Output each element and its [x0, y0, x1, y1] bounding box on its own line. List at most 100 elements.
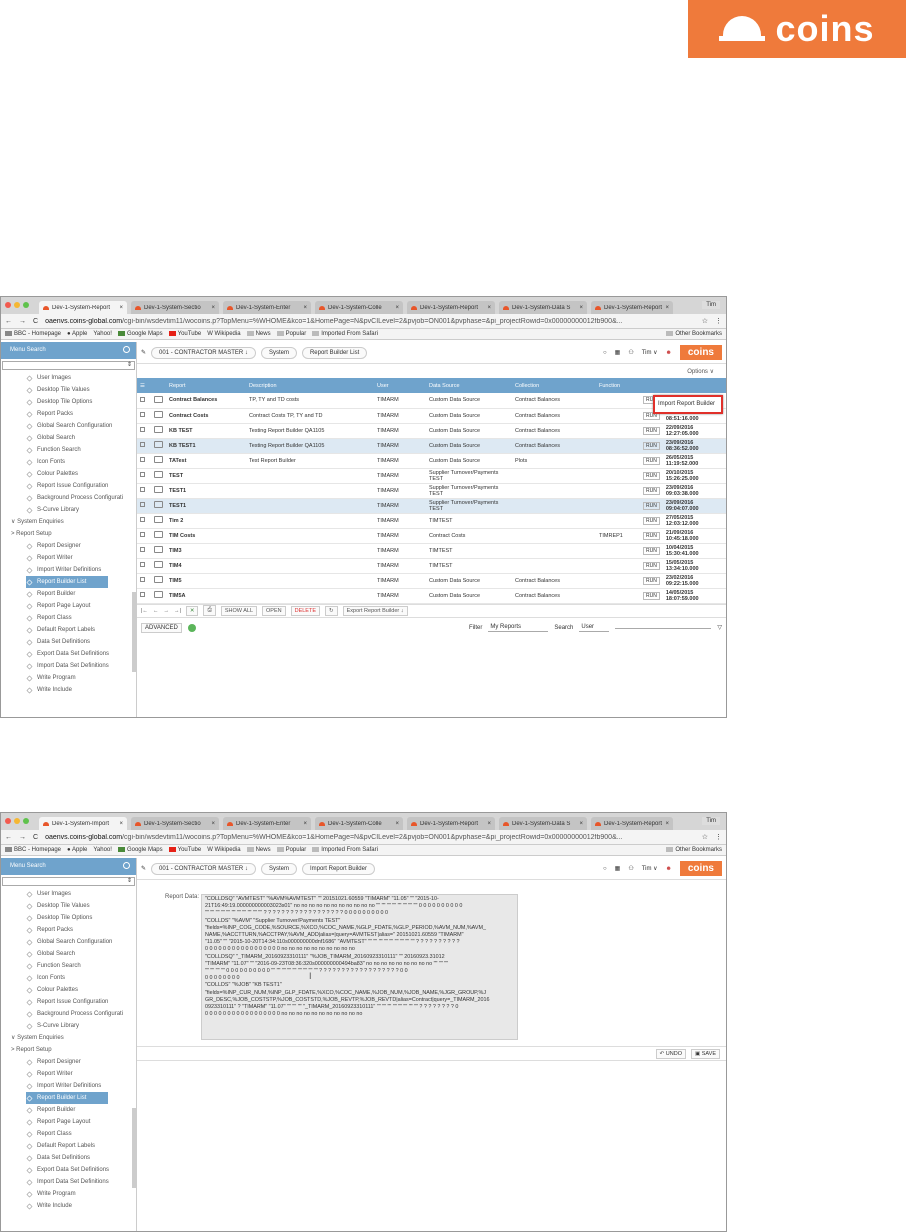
last-page-icon[interactable]: →| [174, 608, 181, 614]
column-header[interactable]: User [374, 378, 426, 393]
run-button-cell[interactable]: RUN [640, 438, 663, 454]
row-checkbox[interactable] [137, 453, 151, 469]
star-icon[interactable]: ☆ [702, 833, 708, 841]
bookmark[interactable]: W Wikipedia [207, 331, 240, 337]
user-menu[interactable]: Tim ∨ [642, 349, 658, 356]
menu-item[interactable]: Report Writer [26, 1068, 136, 1080]
run-button-cell[interactable]: RUN [640, 543, 663, 559]
browser-tab[interactable]: Dev-1-System-Report × [407, 301, 495, 314]
menu-item[interactable]: Report Builder [26, 1104, 136, 1116]
close-icon[interactable]: × [303, 305, 307, 311]
bookmark[interactable]: News [246, 330, 271, 337]
menu-item[interactable]: Global Search [26, 948, 136, 960]
row-checkbox[interactable] [137, 573, 151, 589]
table-row[interactable]: Contract Costs Contract Costs TP, TY and … [137, 408, 726, 424]
browser-tab[interactable]: Dev-1-System-Enter × [223, 817, 311, 830]
menu-item[interactable]: Global Search Configuration [26, 936, 136, 948]
breadcrumb-company[interactable]: 001 - CONTRACTOR MASTER ↓ [151, 862, 256, 875]
browser-tab[interactable]: Dev-1-System-Report × [591, 817, 673, 830]
back-icon[interactable]: ← [5, 834, 12, 841]
users-icon[interactable]: ⚇ [628, 865, 633, 872]
run-button-cell[interactable]: RUN [640, 513, 663, 529]
import-report-builder-menu-item[interactable]: Import Report Builder [653, 395, 723, 414]
bookmark[interactable]: Yahoo! [93, 847, 112, 853]
menu-item[interactable]: User Images [26, 372, 136, 384]
menu-item[interactable]: Desktop Tile Values [26, 384, 136, 396]
row-checkbox[interactable] [137, 498, 151, 514]
close-icon[interactable]: × [579, 821, 583, 827]
table-row[interactable]: Tim 2 TIMARM TIMTEST RUN 27/05/2015 12:03:12… [137, 513, 726, 529]
breadcrumb-page[interactable]: Report Builder List [301, 346, 368, 359]
coins-home-button[interactable]: coins [679, 861, 722, 876]
breadcrumb-page[interactable]: Import Report Builder [301, 862, 375, 875]
table-row[interactable]: TIM5 TIMARM Custom Data Source Contract Bal… [137, 573, 726, 589]
run-button-cell[interactable]: RUN [640, 483, 663, 499]
row-checkbox[interactable] [137, 543, 151, 559]
run-button[interactable]: RUN [643, 516, 660, 525]
bookmark[interactable]: Popular [276, 846, 306, 853]
menu-item[interactable]: Report Designer [26, 1056, 136, 1068]
other-bookmarks[interactable]: Other Bookmarks [666, 846, 722, 853]
other-bookmarks[interactable]: Other Bookmarks [666, 330, 722, 337]
table-row[interactable]: TIM3 TIMARM TIMTEST RUN 10/04/2015 15:30:41.… [137, 543, 726, 559]
menu-item[interactable]: Import Writer Definitions [26, 564, 136, 576]
browser-tab[interactable]: Dev-1-System-Sectio × [131, 817, 219, 830]
menu-item[interactable]: Data Set Definitions [26, 636, 136, 648]
bookmark[interactable]: ● Apple [67, 331, 87, 337]
report-data-textarea[interactable]: "COLLDSQ" "AVMTEST" "%AVM%AVMTEST" "" 20… [201, 894, 518, 1040]
table-row[interactable]: TEST TIMARM Supplier Turnover/Payments TES… [137, 468, 726, 484]
bookmark[interactable]: Google Maps [117, 846, 163, 853]
menu-item[interactable]: Function Search [26, 960, 136, 972]
column-header[interactable]: Collection [512, 378, 596, 393]
menu-icon[interactable]: ⋮ [715, 317, 722, 325]
column-header[interactable]: Data Source [426, 378, 512, 393]
menu-item[interactable]: Export Data Set Definitions [26, 1164, 136, 1176]
menu-item[interactable]: Import Data Set Definitions [26, 1176, 136, 1188]
run-button[interactable]: RUN [643, 486, 660, 495]
menu-item[interactable]: Desktop Tile Values [26, 900, 136, 912]
menu-item[interactable]: Report Issue Configuration [26, 996, 136, 1008]
menu-item[interactable]: Desktop Tile Options [26, 396, 136, 408]
close-icon[interactable]: × [211, 305, 215, 311]
browser-tab[interactable]: Dev-1-System-Colle × [315, 817, 403, 830]
browser-tab[interactable]: Dev-1-System-Report × [39, 301, 127, 314]
table-row[interactable]: TIM Costs TIMARM Contract Costs TIMREP1 RUN 2… [137, 528, 726, 544]
menu-item[interactable]: Colour Palettes [26, 468, 136, 480]
grid-icon[interactable]: ▦ [615, 349, 621, 356]
menu-item[interactable]: Report Builder [26, 588, 136, 600]
export-report-builder-button[interactable]: Export Report Builder ↓ [342, 605, 408, 616]
bookmark[interactable]: ● Apple [67, 847, 87, 853]
close-icon[interactable]: × [665, 305, 669, 311]
menu-item[interactable]: Default Report Labels [26, 1140, 136, 1152]
pencil-icon[interactable]: ✎ [141, 865, 146, 872]
menu-section-report-setup[interactable]: > Report Setup [11, 1044, 136, 1056]
menu-item[interactable]: Data Set Definitions [26, 1152, 136, 1164]
menu-item[interactable]: Report Class [26, 612, 136, 624]
search-icon[interactable] [123, 862, 130, 869]
breadcrumb-company[interactable]: 001 - CONTRACTOR MASTER ↓ [151, 346, 256, 359]
back-icon[interactable]: ← [5, 318, 12, 325]
next-page-icon[interactable]: → [163, 608, 169, 614]
menu-item[interactable]: Report Page Layout [26, 600, 136, 612]
menu-item[interactable]: Write Include [26, 1200, 136, 1212]
menu-item[interactable]: Write Program [26, 1188, 136, 1200]
table-row[interactable]: TEST1 TIMARM Supplier Turnover/Payments TE… [137, 498, 726, 514]
sidebar-scrollbar[interactable] [132, 592, 136, 672]
menu-select[interactable] [2, 361, 135, 370]
run-button-cell[interactable]: RUN [640, 498, 663, 514]
menu-item[interactable]: Function Search [26, 444, 136, 456]
run-button-cell[interactable]: RUN [640, 528, 663, 544]
row-checkbox[interactable] [137, 423, 151, 439]
row-checkbox[interactable] [137, 588, 151, 604]
user-menu[interactable]: Tim ∨ [642, 865, 658, 872]
coins-home-button[interactable]: coins [679, 345, 722, 360]
search-icon[interactable]: ○ [603, 350, 607, 356]
menu-item[interactable]: Icon Fonts [26, 972, 136, 984]
breadcrumb-system[interactable]: System [260, 862, 297, 875]
column-header[interactable]: Description [246, 378, 374, 393]
forward-icon[interactable]: → [19, 318, 26, 325]
bookmark[interactable]: W Wikipedia [207, 847, 240, 853]
menu-item[interactable]: S-Curve Library [26, 504, 136, 516]
row-checkbox[interactable] [137, 483, 151, 499]
table-row[interactable]: KB TEST Testing Report Builder QA1105 TIMA… [137, 423, 726, 439]
